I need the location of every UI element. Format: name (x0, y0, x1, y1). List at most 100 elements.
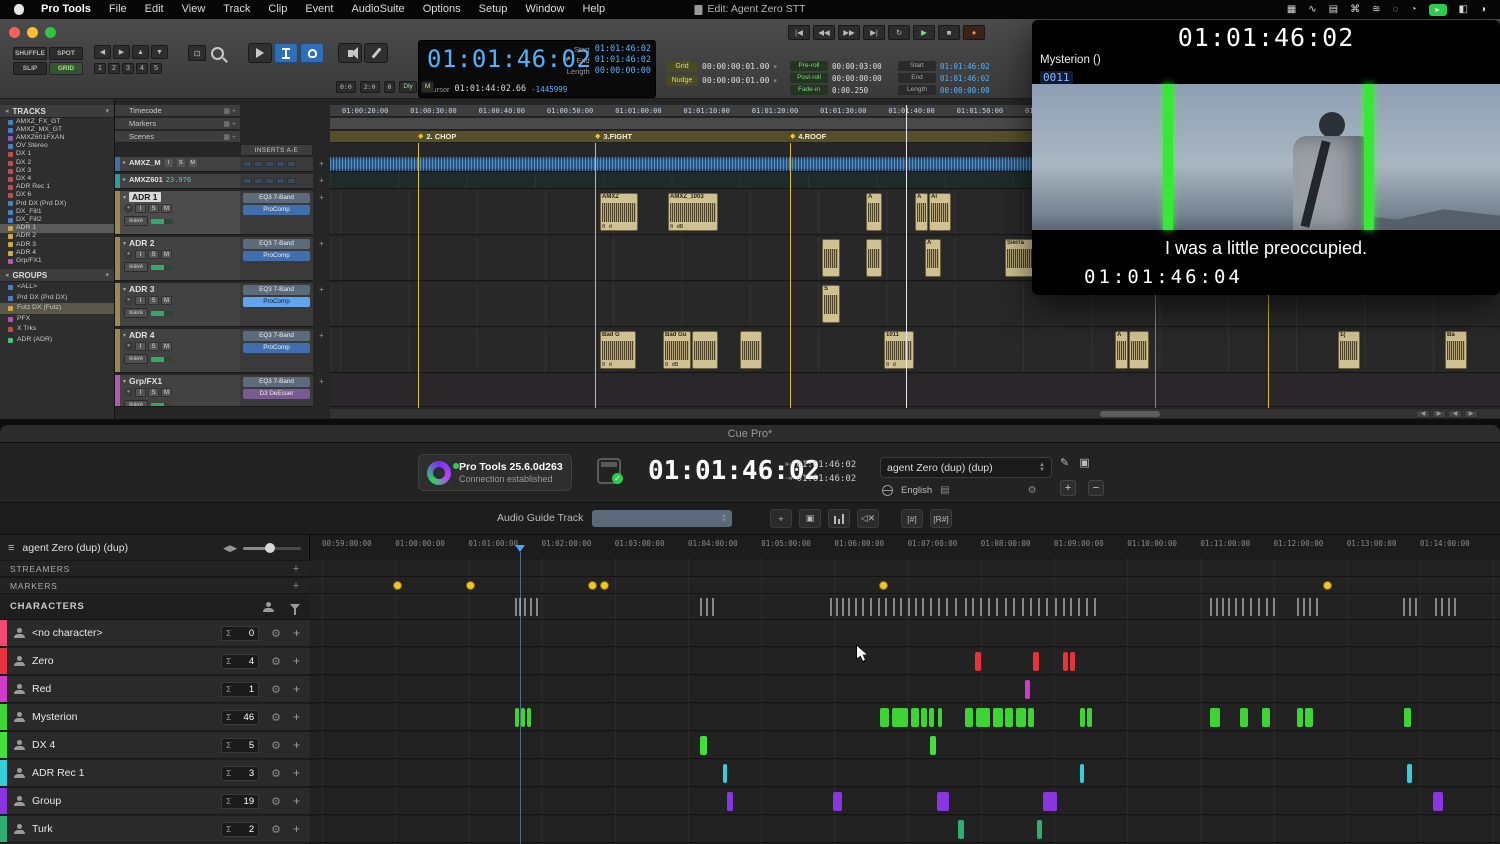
audio-clip-1011[interactable]: 10110 d (884, 331, 914, 369)
track-m-button[interactable]: M (189, 159, 197, 167)
track-header-adr-4[interactable]: ▾ADR 4●ISMwave (115, 329, 240, 373)
audio-clip-amxz[interactable]: AMXZ0 d (600, 193, 638, 231)
cue-clip[interactable] (1433, 792, 1443, 811)
cue-clip[interactable] (1063, 652, 1068, 671)
duplicate-icon[interactable]: ▣ (1079, 456, 1089, 469)
nudge-dropdown-icon[interactable]: ▾ (773, 77, 777, 85)
scroll-button-1[interactable]: ▶ (1432, 410, 1446, 418)
track-s-button[interactable]: S (148, 342, 159, 351)
ruler-header-markers[interactable]: Markers▦ + (115, 118, 240, 130)
tracks-list-item-grp-fx1[interactable]: Grp/FX1 (0, 257, 114, 265)
insert-slot[interactable] (276, 161, 285, 167)
add-cue-to-character-button[interactable]: + (293, 794, 300, 808)
menu-window[interactable]: Window (516, 0, 573, 19)
camera-icon[interactable]: ▸ (1429, 4, 1447, 16)
cue-marker[interactable] (466, 581, 475, 590)
track-view-selector[interactable]: wave (124, 262, 148, 272)
menu-help[interactable]: Help (573, 0, 614, 19)
search-icon[interactable]: ◌ (1393, 4, 1399, 15)
zoom-button[interactable] (45, 27, 56, 38)
grid-value[interactable]: 00:00:00:01.00 (702, 62, 769, 71)
cue-clip[interactable] (1262, 708, 1270, 727)
character-row-mysterion[interactable]: MysterionΣ46⚙+ (0, 704, 310, 731)
group-item-prd-dx-prd-dx[interactable]: Prd DX (Prd DX) (0, 293, 114, 304)
roll-value[interactable]: 00:00:03:00 (832, 62, 882, 71)
cue-clip[interactable] (1043, 792, 1057, 811)
in-time-value[interactable]: 01:01:46:02 (797, 460, 857, 470)
disclosure-icon[interactable]: ▾ (123, 240, 126, 247)
cue-clip[interactable] (1087, 708, 1092, 727)
menu-file[interactable]: File (100, 0, 136, 19)
audio-clip-a[interactable]: A (866, 193, 882, 231)
track-m-button[interactable]: M (161, 250, 172, 259)
tracks-list-item-dx-2[interactable]: DX 2 (0, 159, 114, 167)
group-item-adr-adr[interactable]: ADR (ADR) (0, 335, 114, 346)
track-m-button[interactable]: M (161, 204, 172, 213)
selection-end-value[interactable]: 01:01:46:02 (595, 55, 651, 65)
loop-playback-button[interactable]: ↻ (888, 25, 910, 40)
tl-length-value[interactable]: 00:00:00:00 (940, 86, 990, 95)
track-header-adr-3[interactable]: ▾ADR 3●ISMwave (115, 283, 240, 327)
rename-pencil-icon[interactable]: ✎ (1060, 456, 1069, 469)
return-to-start-button[interactable]: |◀ (788, 25, 810, 40)
mode-slip[interactable]: SLIP (13, 62, 47, 75)
ruler-options-icon[interactable]: ▦ + (223, 107, 236, 115)
cue-count-box[interactable]: Σ1 (221, 682, 259, 697)
insert-slot[interactable] (265, 161, 274, 167)
nav-button-3[interactable]: ▼ (151, 45, 168, 59)
tracks-list-item-prd-dx-prd-dx[interactable]: Prd DX (Prd DX) (0, 200, 114, 208)
cue-clip[interactable] (965, 708, 973, 727)
add-character-icon[interactable] (263, 602, 274, 612)
insert-add-button[interactable]: + (313, 285, 330, 294)
ruler-header-timecode[interactable]: Timecode▦ + (115, 105, 240, 117)
zoomer-tool-icon[interactable] (211, 47, 224, 60)
mini-counter-1[interactable]: 2:0 (360, 81, 380, 93)
mute-button[interactable]: ◁✕ (857, 509, 879, 528)
cue-clip[interactable] (1080, 764, 1084, 783)
disclosure-icon[interactable]: ▾ (123, 286, 126, 293)
audio-clip-unnamed[interactable] (692, 331, 718, 369)
group-item-futz-dx-futz[interactable]: Futz DX (Futz) (0, 303, 114, 314)
track-header-amxz-m[interactable]: ▸AMXZ_MISM (115, 157, 240, 172)
panel-collapse-icon[interactable]: ◂ (5, 107, 9, 115)
menu-view[interactable]: View (173, 0, 215, 19)
insert-eq3-7-band[interactable]: EQ3 7-Band (243, 239, 310, 249)
insert-slot[interactable] (243, 161, 252, 167)
tracks-list-item-dx-6[interactable]: DX 6 (0, 192, 114, 200)
record-button[interactable]: ● (963, 25, 985, 40)
scroll-button-3[interactable]: ▶ (1464, 410, 1478, 418)
cue-clip[interactable] (700, 736, 707, 755)
edit-playhead[interactable] (906, 105, 907, 408)
group-item-x-trks[interactable]: X Trks (0, 324, 114, 335)
groups-panel-header[interactable]: ◂ GROUPS ▾ (0, 269, 114, 282)
track-i-button[interactable]: I (135, 342, 146, 351)
add-session-button[interactable]: + (1060, 480, 1076, 496)
audio-guide-select[interactable]: ▲▼ (592, 510, 732, 527)
cue-clip[interactable] (911, 708, 919, 727)
insert-eq3-7-band[interactable]: EQ3 7-Band (243, 377, 310, 387)
nudge-label[interactable]: Nudge (666, 75, 698, 86)
panel-menu-icon[interactable]: ▾ (105, 271, 109, 279)
selection-length-value[interactable]: 00:00:00:00 (595, 66, 651, 76)
scene-marker-3-fight[interactable]: ◆3.FIGHT (595, 132, 632, 141)
audio-clip-unnamed[interactable] (1129, 331, 1149, 369)
add-cue-to-character-button[interactable]: + (293, 738, 300, 752)
track-s-button[interactable]: S (177, 159, 185, 167)
cue-clip[interactable] (921, 708, 927, 727)
cue-timecode-ruler[interactable]: 00:59:00:0001:00:00:0001:01:00:0001:02:0… (310, 537, 1500, 551)
insert-slot[interactable] (243, 178, 252, 184)
record-enable-button[interactable]: ● (124, 250, 133, 259)
tl-start-value[interactable]: 01:01:46:02 (940, 62, 990, 71)
track-view-selector[interactable]: wave (124, 354, 148, 364)
insert-d3-deesser[interactable]: D3 DeEsser (243, 389, 310, 399)
audio-clip-unnamed[interactable] (822, 239, 840, 277)
roll-label[interactable]: Fade-in (790, 85, 828, 95)
cue-clip[interactable] (1070, 652, 1075, 671)
add-cue-to-character-button[interactable]: + (293, 654, 300, 668)
track-i-button[interactable]: I (135, 204, 146, 213)
control-center-icon[interactable]: ◔ (1410, 4, 1416, 15)
keyboard-icon[interactable]: ⌘ (1350, 4, 1360, 15)
bracket-button-0[interactable]: [#] (901, 509, 923, 528)
panel-collapse-icon[interactable]: ◂ (5, 271, 9, 279)
zoom-slider[interactable] (243, 547, 301, 550)
